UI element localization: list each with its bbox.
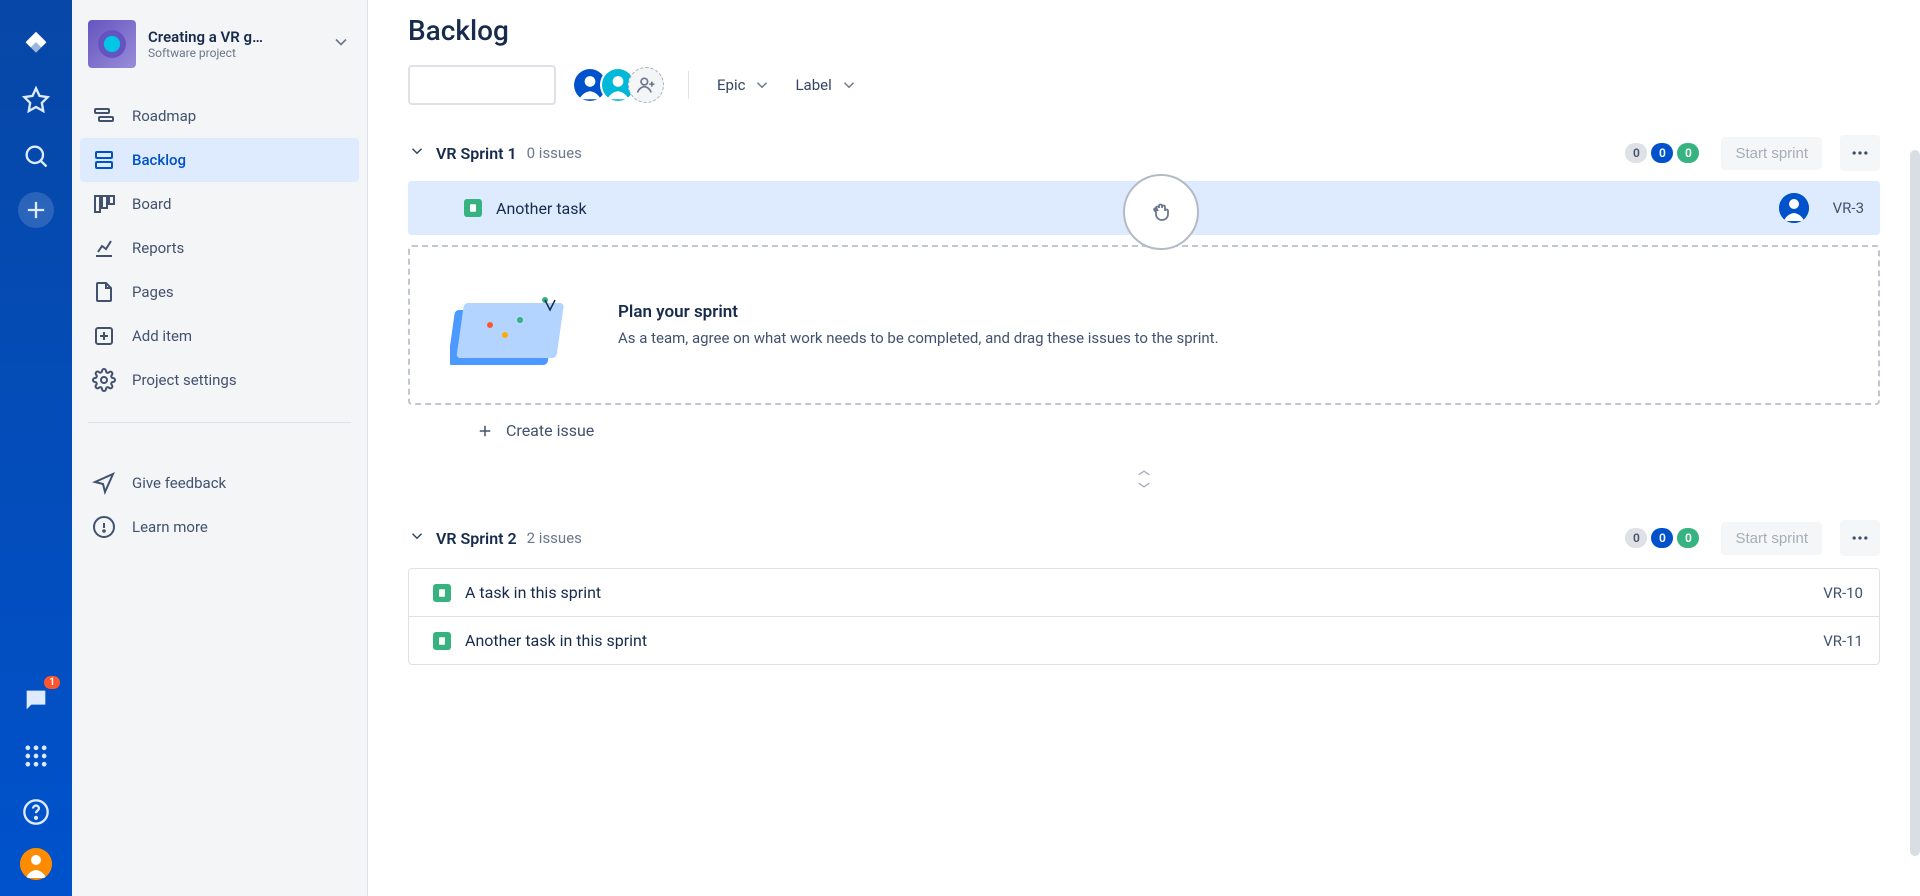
sidebar-item-label: Reports bbox=[132, 239, 184, 257]
jira-logo-icon[interactable] bbox=[16, 24, 56, 64]
status-pills: 0 0 0 bbox=[1625, 528, 1699, 548]
add-people-button[interactable] bbox=[628, 67, 664, 103]
sidebar-item-feedback[interactable]: Give feedback bbox=[80, 461, 359, 505]
create-issue-label: Create issue bbox=[506, 421, 594, 440]
plan-illustration bbox=[450, 275, 590, 375]
project-name: Creating a VR g… bbox=[148, 28, 319, 46]
chevron-down-icon bbox=[840, 76, 858, 94]
help-icon[interactable] bbox=[16, 792, 56, 832]
issue-row[interactable]: A task in this sprint VR-10 bbox=[409, 569, 1879, 617]
sidebar-item-learn[interactable]: Learn more bbox=[80, 505, 359, 549]
scrollbar[interactable] bbox=[1910, 150, 1920, 856]
sidebar-item-label: Add item bbox=[132, 327, 192, 345]
app-switcher-icon[interactable] bbox=[16, 736, 56, 776]
notifications-icon[interactable]: 1 bbox=[16, 680, 56, 720]
sidebar-item-label: Give feedback bbox=[132, 474, 226, 492]
issue-title: Another task in this sprint bbox=[465, 631, 1809, 650]
toolbar: Epic Label bbox=[408, 65, 1880, 105]
todo-count-pill: 0 bbox=[1625, 143, 1647, 163]
more-icon bbox=[1850, 528, 1870, 548]
sidebar-item-add[interactable]: Add item bbox=[80, 314, 359, 358]
start-sprint-button[interactable]: Start sprint bbox=[1721, 137, 1822, 170]
resize-handle[interactable] bbox=[1134, 468, 1154, 490]
sidebar-item-pages[interactable]: Pages bbox=[80, 270, 359, 314]
issue-key: VR-3 bbox=[1833, 199, 1864, 217]
sidebar-item-board[interactable]: Board bbox=[80, 182, 359, 226]
toolbar-separator bbox=[688, 71, 689, 99]
dropzone-heading: Plan your sprint bbox=[618, 302, 1219, 322]
filter-label: Label bbox=[795, 76, 831, 94]
plus-icon bbox=[476, 422, 494, 440]
sprint-header: VR Sprint 1 0 issues 0 0 0 Start sprint bbox=[408, 129, 1880, 177]
search-input-wrapper bbox=[408, 65, 556, 105]
sidebar-item-label: Board bbox=[132, 195, 171, 213]
issue-title: A task in this sprint bbox=[465, 583, 1809, 602]
global-nav-rail: 1 bbox=[0, 0, 72, 896]
search-icon[interactable] bbox=[16, 136, 56, 176]
sidebar-item-label: Project settings bbox=[132, 371, 237, 389]
start-sprint-button[interactable]: Start sprint bbox=[1721, 522, 1822, 555]
done-count-pill: 0 bbox=[1677, 143, 1699, 163]
sidebar-item-label: Pages bbox=[132, 283, 174, 301]
page-title: Backlog bbox=[408, 14, 1880, 47]
sprint-issue-list: A task in this sprint VR-10 Another task… bbox=[408, 568, 1880, 665]
project-icon bbox=[88, 20, 136, 68]
project-chevron-icon[interactable] bbox=[331, 32, 351, 56]
story-icon bbox=[464, 199, 482, 217]
star-icon[interactable] bbox=[16, 80, 56, 120]
sidebar-nav: Roadmap Backlog Board Reports Pages Add … bbox=[72, 94, 367, 402]
project-header: Creating a VR g… Software project bbox=[72, 20, 367, 76]
dropzone-body: As a team, agree on what work needs to b… bbox=[618, 328, 1219, 349]
project-type: Software project bbox=[148, 46, 319, 60]
sidebar-item-label: Roadmap bbox=[132, 107, 196, 125]
project-sidebar: Creating a VR g… Software project Roadma… bbox=[72, 0, 368, 896]
sprint-dropzone[interactable]: Plan your sprint As a team, agree on wha… bbox=[408, 245, 1880, 405]
epic-filter[interactable]: Epic bbox=[713, 70, 775, 100]
sidebar-item-settings[interactable]: Project settings bbox=[80, 358, 359, 402]
story-icon bbox=[433, 584, 451, 602]
sidebar-item-reports[interactable]: Reports bbox=[80, 226, 359, 270]
assignee-avatar[interactable] bbox=[1779, 193, 1809, 223]
sprint-name: VR Sprint 2 bbox=[436, 529, 517, 548]
sprint-header: VR Sprint 2 2 issues 0 0 0 Start sprint bbox=[408, 514, 1880, 562]
inprogress-count-pill: 0 bbox=[1651, 528, 1673, 548]
sprint-more-button[interactable] bbox=[1840, 135, 1880, 171]
more-icon bbox=[1850, 143, 1870, 163]
sidebar-item-roadmap[interactable]: Roadmap bbox=[80, 94, 359, 138]
sidebar-item-backlog[interactable]: Backlog bbox=[80, 138, 359, 182]
notification-badge: 1 bbox=[44, 676, 60, 689]
issue-key: VR-10 bbox=[1823, 584, 1863, 602]
sprint-issue-count: 0 issues bbox=[527, 144, 582, 162]
done-count-pill: 0 bbox=[1677, 528, 1699, 548]
filter-label: Epic bbox=[717, 76, 745, 94]
collapse-icon[interactable] bbox=[408, 142, 426, 164]
chevron-down-icon bbox=[753, 76, 771, 94]
issue-row[interactable]: Another task in this sprint VR-11 bbox=[409, 617, 1879, 664]
sidebar-divider bbox=[88, 422, 351, 423]
sprint-name: VR Sprint 1 bbox=[436, 144, 517, 163]
collapse-icon[interactable] bbox=[408, 527, 426, 549]
create-icon[interactable] bbox=[18, 192, 54, 228]
issue-key: VR-11 bbox=[1823, 632, 1863, 650]
assignee-filter bbox=[572, 67, 664, 103]
story-icon bbox=[433, 632, 451, 650]
create-issue-button[interactable]: Create issue bbox=[408, 405, 1880, 456]
sprint-issue-count: 2 issues bbox=[527, 529, 582, 547]
status-pills: 0 0 0 bbox=[1625, 143, 1699, 163]
sidebar-item-label: Backlog bbox=[132, 151, 186, 169]
todo-count-pill: 0 bbox=[1625, 528, 1647, 548]
sprint-more-button[interactable] bbox=[1840, 520, 1880, 556]
grab-cursor-icon bbox=[1123, 174, 1199, 250]
sidebar-footer: Give feedback Learn more bbox=[72, 461, 367, 549]
inprogress-count-pill: 0 bbox=[1651, 143, 1673, 163]
main-content: Backlog Epic Label VR Sprint 1 0 issues bbox=[368, 0, 1920, 896]
label-filter[interactable]: Label bbox=[791, 70, 861, 100]
sidebar-item-label: Learn more bbox=[132, 518, 208, 536]
profile-avatar[interactable] bbox=[20, 848, 52, 880]
